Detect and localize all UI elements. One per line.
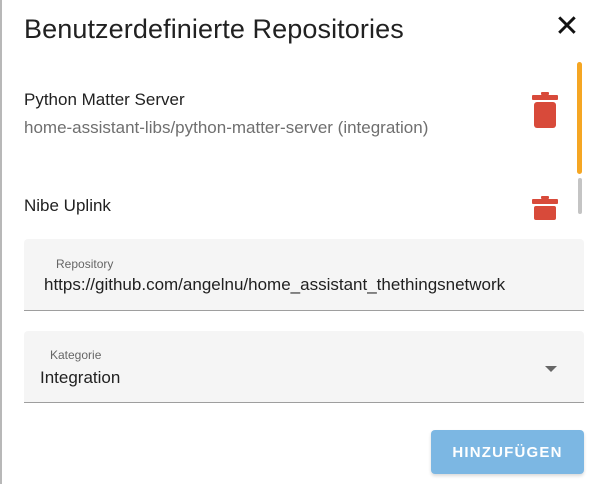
repository-name: Nibe Uplink bbox=[24, 196, 111, 215]
add-button[interactable]: HINZUFÜGEN bbox=[431, 430, 584, 474]
dialog-title: Benutzerdefinierte Repositories bbox=[24, 14, 404, 44]
repository-field[interactable]: Repository https://github.com/angelnu/ho… bbox=[24, 239, 584, 311]
repository-path: home-assistant-libs/python-matter-server… bbox=[24, 118, 429, 137]
custom-repositories-dialog: Benutzerdefinierte Repositories ✕ Python… bbox=[0, 0, 590, 484]
trash-icon[interactable] bbox=[532, 196, 558, 220]
trash-icon[interactable] bbox=[532, 92, 558, 133]
repository-field-label: Repository bbox=[56, 257, 114, 271]
dropdown-arrow-icon[interactable] bbox=[545, 366, 557, 372]
scrollbar-thumb[interactable] bbox=[577, 62, 582, 174]
category-value: Integration bbox=[40, 368, 121, 387]
repository-list[interactable]: Python Matter Server home-assistant-libs… bbox=[2, 60, 590, 220]
scrollbar-track[interactable] bbox=[578, 178, 582, 214]
close-icon[interactable]: ✕ bbox=[550, 10, 584, 44]
category-select[interactable]: Kategorie Integration bbox=[24, 331, 584, 403]
category-field-label: Kategorie bbox=[50, 348, 102, 362]
repository-input[interactable]: https://github.com/angelnu/home_assistan… bbox=[44, 275, 505, 295]
repository-name: Python Matter Server bbox=[24, 90, 185, 109]
